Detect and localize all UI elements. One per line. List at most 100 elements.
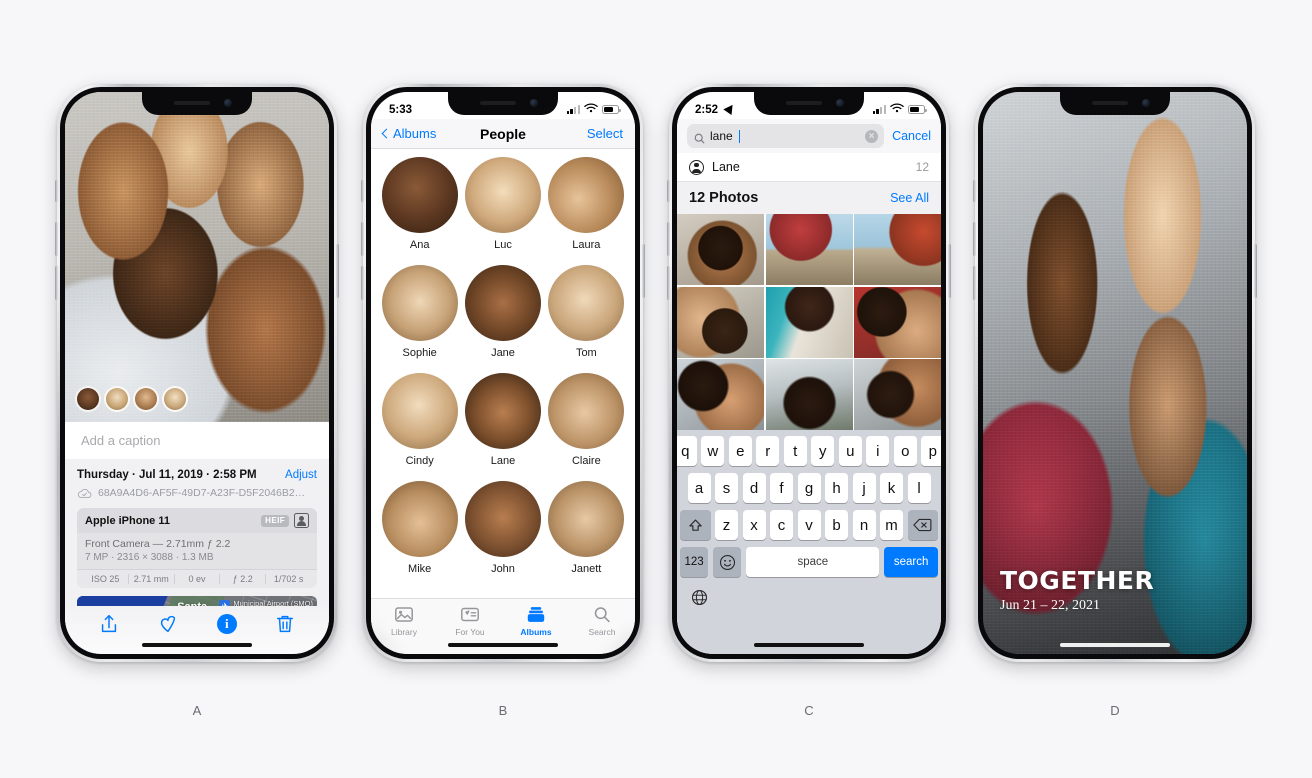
person-item[interactable]: John <box>464 481 541 589</box>
globe-icon[interactable] <box>680 584 938 610</box>
key-k[interactable]: k <box>880 473 903 503</box>
grid-photo[interactable] <box>765 214 853 285</box>
person-item[interactable]: Jane <box>464 265 541 373</box>
grid-photo[interactable] <box>677 359 764 430</box>
shift-icon[interactable] <box>680 510 711 540</box>
key-t[interactable]: t <box>783 436 807 466</box>
info-icon[interactable]: i <box>216 614 237 634</box>
key-f[interactable]: f <box>770 473 793 503</box>
search-key[interactable]: search <box>884 547 939 577</box>
key-v[interactable]: v <box>797 510 821 540</box>
face-chip[interactable] <box>104 386 130 412</box>
key-g[interactable]: g <box>797 473 821 503</box>
person-item[interactable]: Luc <box>464 157 541 265</box>
person-item[interactable]: Cindy <box>381 373 458 481</box>
tab-search[interactable]: Search <box>573 605 631 637</box>
clear-circle-icon[interactable]: × <box>865 129 879 143</box>
person-item[interactable]: Lane <box>464 373 541 481</box>
mute-switch[interactable] <box>55 180 58 202</box>
key-a[interactable]: a <box>687 473 711 503</box>
person-item[interactable]: Tom <box>548 265 625 373</box>
mute-switch[interactable] <box>973 180 976 202</box>
heart-icon[interactable] <box>157 613 179 635</box>
key-w[interactable]: w <box>701 436 725 466</box>
face-chip[interactable] <box>75 386 101 412</box>
share-icon[interactable] <box>98 613 120 635</box>
key-n[interactable]: n <box>852 510 876 540</box>
person-item[interactable]: Ana <box>381 157 458 265</box>
person-item[interactable]: Janett <box>548 481 625 589</box>
volume-down-button[interactable] <box>55 266 58 300</box>
search-input[interactable]: lane × <box>687 124 885 148</box>
key-m[interactable]: m <box>880 510 903 540</box>
side-button[interactable] <box>642 244 645 298</box>
volume-down-button[interactable] <box>361 266 364 300</box>
side-button[interactable] <box>1254 244 1257 298</box>
key-s[interactable]: s <box>715 473 738 503</box>
volume-down-button[interactable] <box>667 266 670 300</box>
photo-date: Thursday · Jul 11, 2019 · 2:58 PM <box>77 469 257 481</box>
key-j[interactable]: j <box>852 473 876 503</box>
home-indicator[interactable] <box>142 643 252 647</box>
adjust-button[interactable]: Adjust <box>285 469 317 481</box>
face-chip[interactable] <box>133 386 159 412</box>
key-i[interactable]: i <box>866 436 890 466</box>
tab-library[interactable]: Library <box>375 605 433 637</box>
key-b[interactable]: b <box>825 510 848 540</box>
key-l[interactable]: l <box>907 473 931 503</box>
numbers-key[interactable]: 123 <box>680 547 709 577</box>
key-e[interactable]: e <box>728 436 752 466</box>
key-o[interactable]: o <box>893 436 917 466</box>
volume-up-button[interactable] <box>55 222 58 256</box>
grid-photo[interactable] <box>854 286 941 358</box>
caption-field[interactable]: Add a caption <box>65 422 329 459</box>
key-c[interactable]: c <box>770 510 793 540</box>
mute-switch[interactable] <box>667 180 670 202</box>
side-button[interactable] <box>948 244 951 298</box>
see-all-button[interactable]: See All <box>890 191 929 205</box>
person-item[interactable]: Sophie <box>381 265 458 373</box>
search-suggestion-row[interactable]: Lane 12 <box>677 153 941 182</box>
key-y[interactable]: y <box>811 436 835 466</box>
volume-up-button[interactable] <box>667 222 670 256</box>
space-key[interactable]: space <box>746 547 880 577</box>
face-chip[interactable] <box>162 386 188 412</box>
person-item[interactable]: Mike <box>381 481 458 589</box>
volume-up-button[interactable] <box>973 222 976 256</box>
grid-photo[interactable] <box>677 214 764 285</box>
grid-photo[interactable] <box>765 359 853 430</box>
volume-up-button[interactable] <box>361 222 364 256</box>
back-button[interactable]: Albums <box>381 126 436 141</box>
emoji-icon[interactable] <box>713 547 742 577</box>
key-r[interactable]: r <box>756 436 780 466</box>
volume-down-button[interactable] <box>973 266 976 300</box>
person-item[interactable]: Claire <box>548 373 625 481</box>
select-button[interactable]: Select <box>587 126 623 141</box>
tab-albums[interactable]: Albums <box>507 605 565 637</box>
detected-faces[interactable] <box>75 386 188 412</box>
grid-photo[interactable] <box>677 286 764 358</box>
grid-photo[interactable] <box>765 286 853 358</box>
key-p[interactable]: p <box>921 436 941 466</box>
cancel-button[interactable]: Cancel <box>892 129 931 143</box>
photo-viewer[interactable] <box>65 92 329 422</box>
trash-icon[interactable] <box>274 613 296 635</box>
key-u[interactable]: u <box>838 436 862 466</box>
mute-switch[interactable] <box>361 180 364 202</box>
key-x[interactable]: x <box>742 510 766 540</box>
key-h[interactable]: h <box>825 473 848 503</box>
grid-photo[interactable] <box>854 214 941 285</box>
home-indicator[interactable] <box>448 643 558 647</box>
device-info-card[interactable]: Apple iPhone 11 HEIF Front Camera — 2.71… <box>77 508 317 588</box>
key-q[interactable]: q <box>677 436 697 466</box>
tab-for-you[interactable]: For You <box>441 605 499 637</box>
person-item[interactable]: Laura <box>548 157 625 265</box>
home-indicator[interactable] <box>754 643 864 647</box>
side-button[interactable] <box>336 244 339 298</box>
key-d[interactable]: d <box>742 473 766 503</box>
grid-photo[interactable] <box>854 359 941 430</box>
key-z[interactable]: z <box>715 510 738 540</box>
notch <box>448 92 558 115</box>
delete-icon[interactable] <box>907 510 938 540</box>
home-indicator[interactable] <box>1060 643 1170 647</box>
